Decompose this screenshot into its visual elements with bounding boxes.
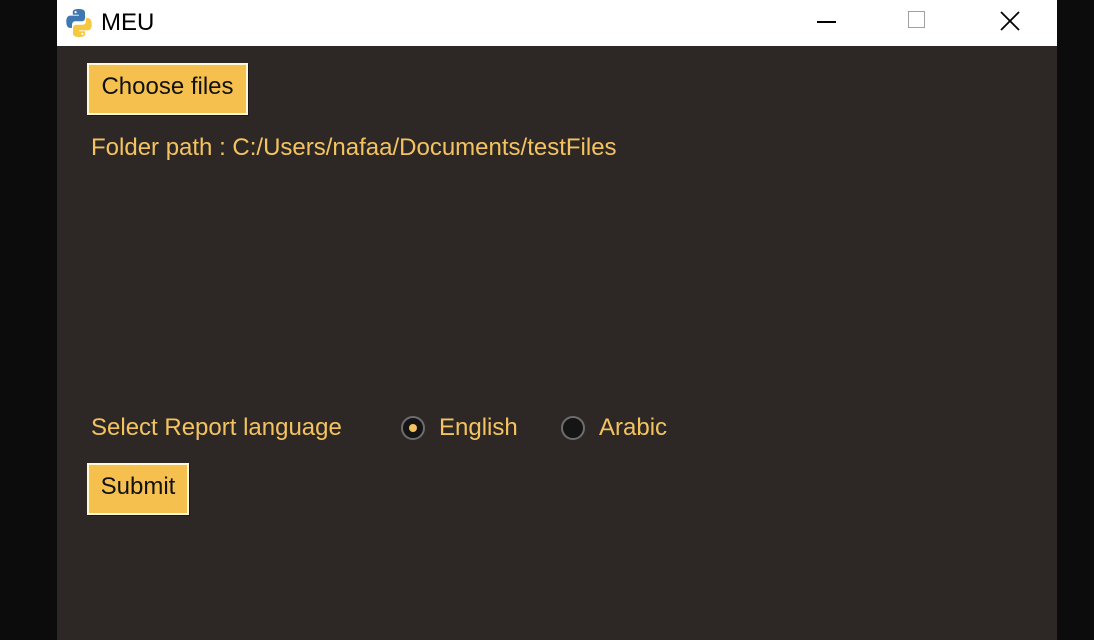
maximize-button[interactable] <box>893 0 941 46</box>
app-window: MEU Choose files Folder path : C:/Users/… <box>57 0 1057 640</box>
english-radio[interactable] <box>401 416 425 440</box>
report-language-label: Select Report language <box>91 414 342 441</box>
choose-files-button[interactable]: Choose files <box>87 63 248 115</box>
python-icon <box>66 9 92 37</box>
minimize-button[interactable] <box>802 0 850 46</box>
english-radio-label[interactable]: English <box>439 414 518 442</box>
close-icon <box>1000 11 1020 31</box>
arabic-radio-label[interactable]: Arabic <box>599 414 667 442</box>
arabic-radio[interactable] <box>561 416 585 440</box>
close-button[interactable] <box>985 0 1033 46</box>
folder-path-label: Folder path : C:/Users/nafaa/Documents/t… <box>91 134 617 161</box>
window-title: MEU <box>101 9 155 36</box>
submit-button[interactable]: Submit <box>87 463 189 515</box>
title-bar: MEU <box>57 0 1057 46</box>
radio-selected-dot <box>409 424 417 432</box>
